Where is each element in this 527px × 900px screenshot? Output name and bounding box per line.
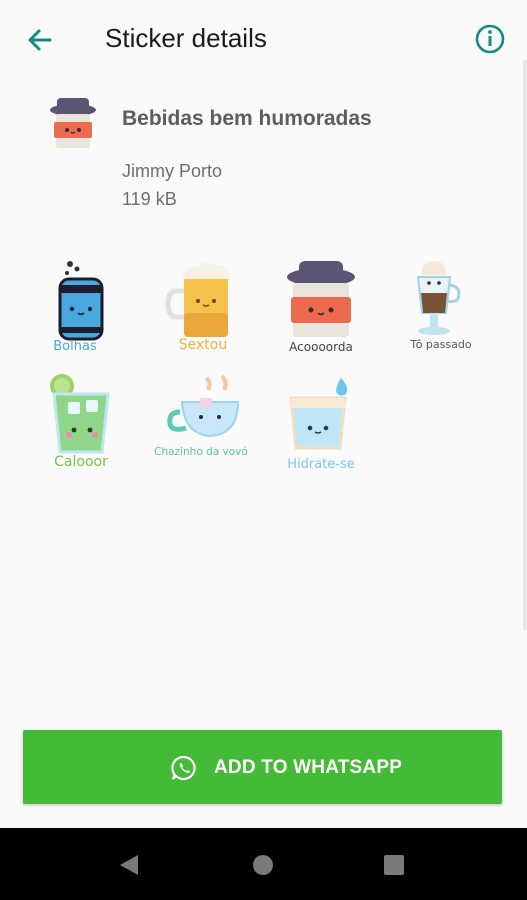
nav-home-icon [253, 855, 273, 875]
beer-mug-icon [165, 262, 230, 337]
sticker-label: Calooor [54, 454, 108, 470]
latte-glass-icon [416, 261, 461, 335]
nav-back-button[interactable] [116, 852, 142, 878]
water-glass-icon [289, 378, 348, 450]
pack-name: Bebidas bem humoradas [122, 107, 372, 130]
nav-home-button[interactable] [250, 852, 276, 878]
sticker-label: Bolhas [53, 339, 97, 354]
app-bar: Sticker details [0, 0, 527, 78]
arrow-left-icon [28, 29, 52, 51]
nav-recents-icon [384, 855, 404, 875]
pack-author: Jimmy Porto [122, 161, 223, 181]
coffee-cup-icon [287, 261, 355, 337]
page-title: Sticker details [105, 23, 267, 53]
sticker-acoooorda[interactable]: Acoooorda [266, 255, 376, 365]
pack-size: 119 kB [122, 189, 177, 209]
sticker-sextou[interactable]: Sextou [148, 255, 258, 365]
pack-tray-icon [48, 96, 98, 158]
sticker-label: Tô passado [410, 338, 472, 351]
back-button[interactable] [22, 22, 58, 58]
sticker-label: Chazinho da vovó [154, 446, 248, 458]
sticker-label: Acoooorda [289, 340, 353, 354]
sticker-to-passado[interactable]: Tô passado [386, 255, 496, 365]
sticker-label: Sextou [178, 337, 228, 353]
scrollbar[interactable] [523, 60, 527, 630]
sticker-hidrate-se[interactable]: Hidrate-se [266, 372, 376, 482]
sticker-chazinho[interactable]: Chazinho da vovó [146, 372, 256, 482]
nav-recents-button[interactable] [381, 852, 407, 878]
lemonade-glass-icon [50, 374, 110, 454]
soda-can-icon [58, 261, 104, 341]
nav-back-icon [120, 855, 138, 875]
add-to-whatsapp-button[interactable]: ADD TO WHATSAPP [23, 730, 502, 804]
sticker-bolhas[interactable]: Bolhas [20, 255, 130, 365]
sticker-label: Hidrate-se [287, 457, 355, 472]
system-nav-bar [0, 828, 527, 900]
info-button[interactable] [473, 22, 507, 56]
sticker-calooor[interactable]: Calooor [26, 372, 136, 482]
info-icon [475, 24, 505, 54]
add-button-label: ADD TO WHATSAPP [214, 757, 403, 778]
whatsapp-icon [171, 755, 196, 781]
